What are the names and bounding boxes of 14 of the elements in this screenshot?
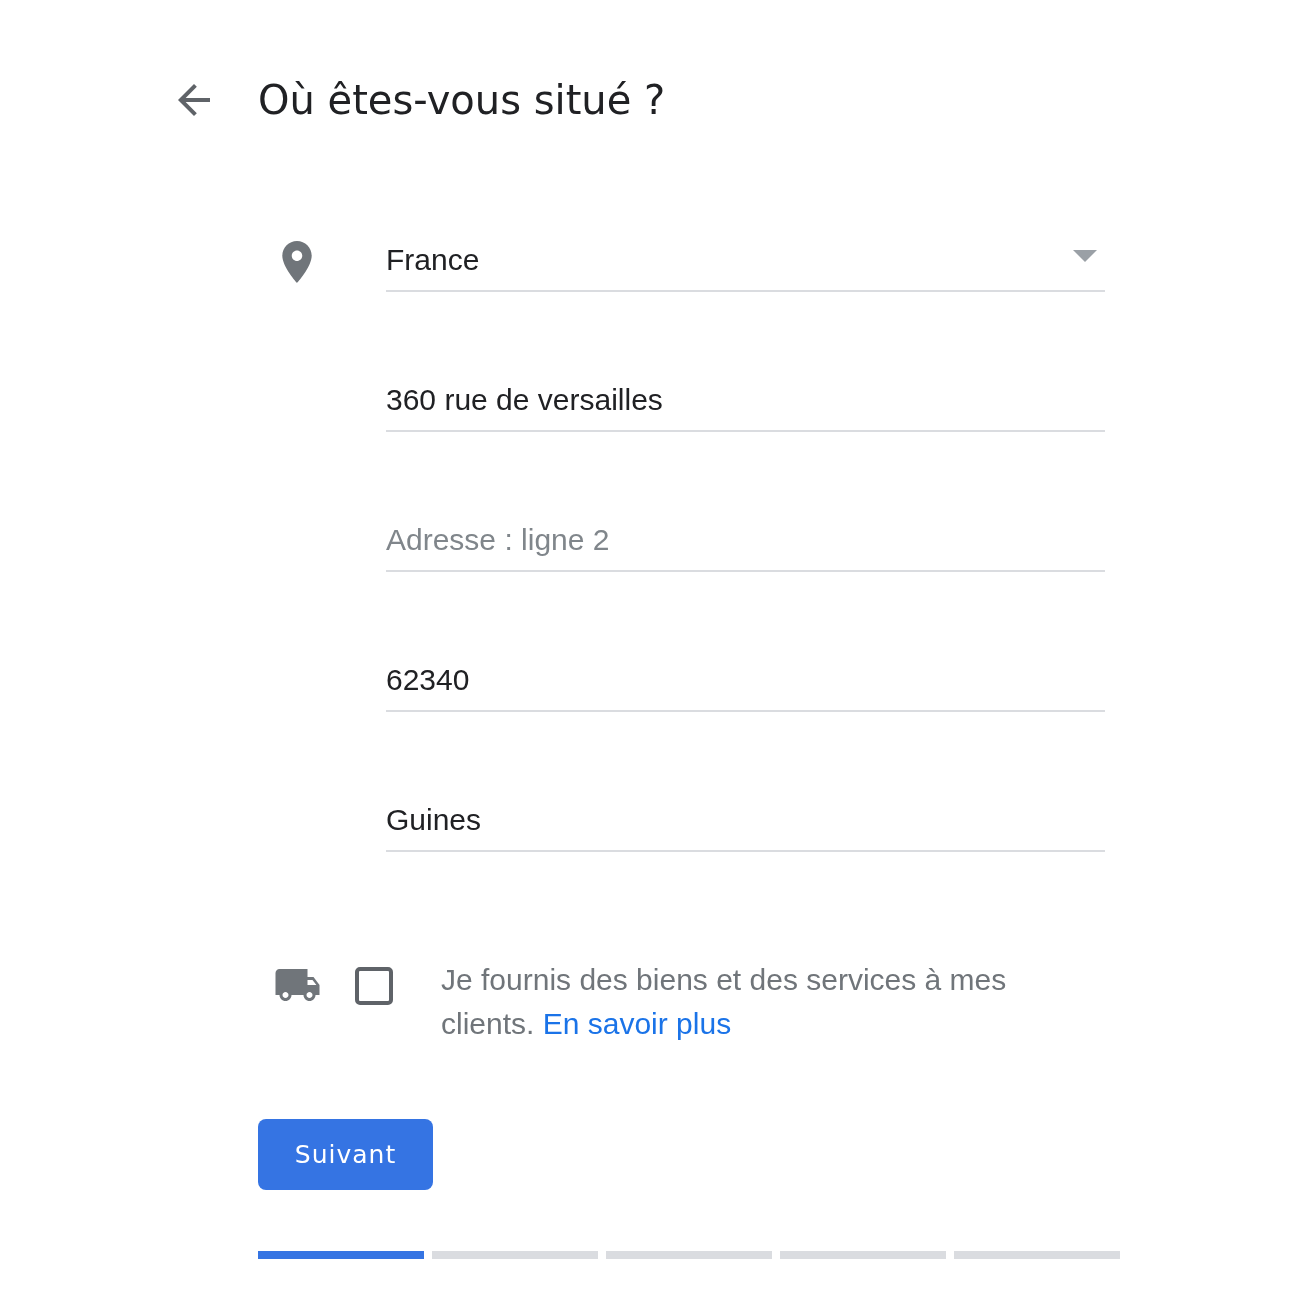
learn-more-link[interactable]: En savoir plus (542, 1007, 732, 1040)
country-dropdown[interactable]: France (386, 232, 1105, 292)
location-pin-icon (282, 241, 312, 283)
caret-down-icon (1073, 250, 1097, 262)
next-button[interactable]: Suivant (258, 1119, 433, 1190)
text-field[interactable]: 360 rue de versailles (386, 372, 1105, 432)
text-field[interactable]: Adresse : ligne 2 (386, 512, 1105, 572)
page-title: Où êtes-vous situé ? (258, 76, 666, 125)
text-field[interactable]: Guines (386, 792, 1105, 852)
checkbox[interactable] (355, 967, 393, 1005)
truck-icon (275, 969, 320, 1001)
text-field[interactable]: 62340 (386, 652, 1105, 712)
delivery-label: Je fournis des biens et des services à mes clients. En savoir plus (441, 962, 1008, 1042)
back-arrow-icon (178, 84, 210, 116)
